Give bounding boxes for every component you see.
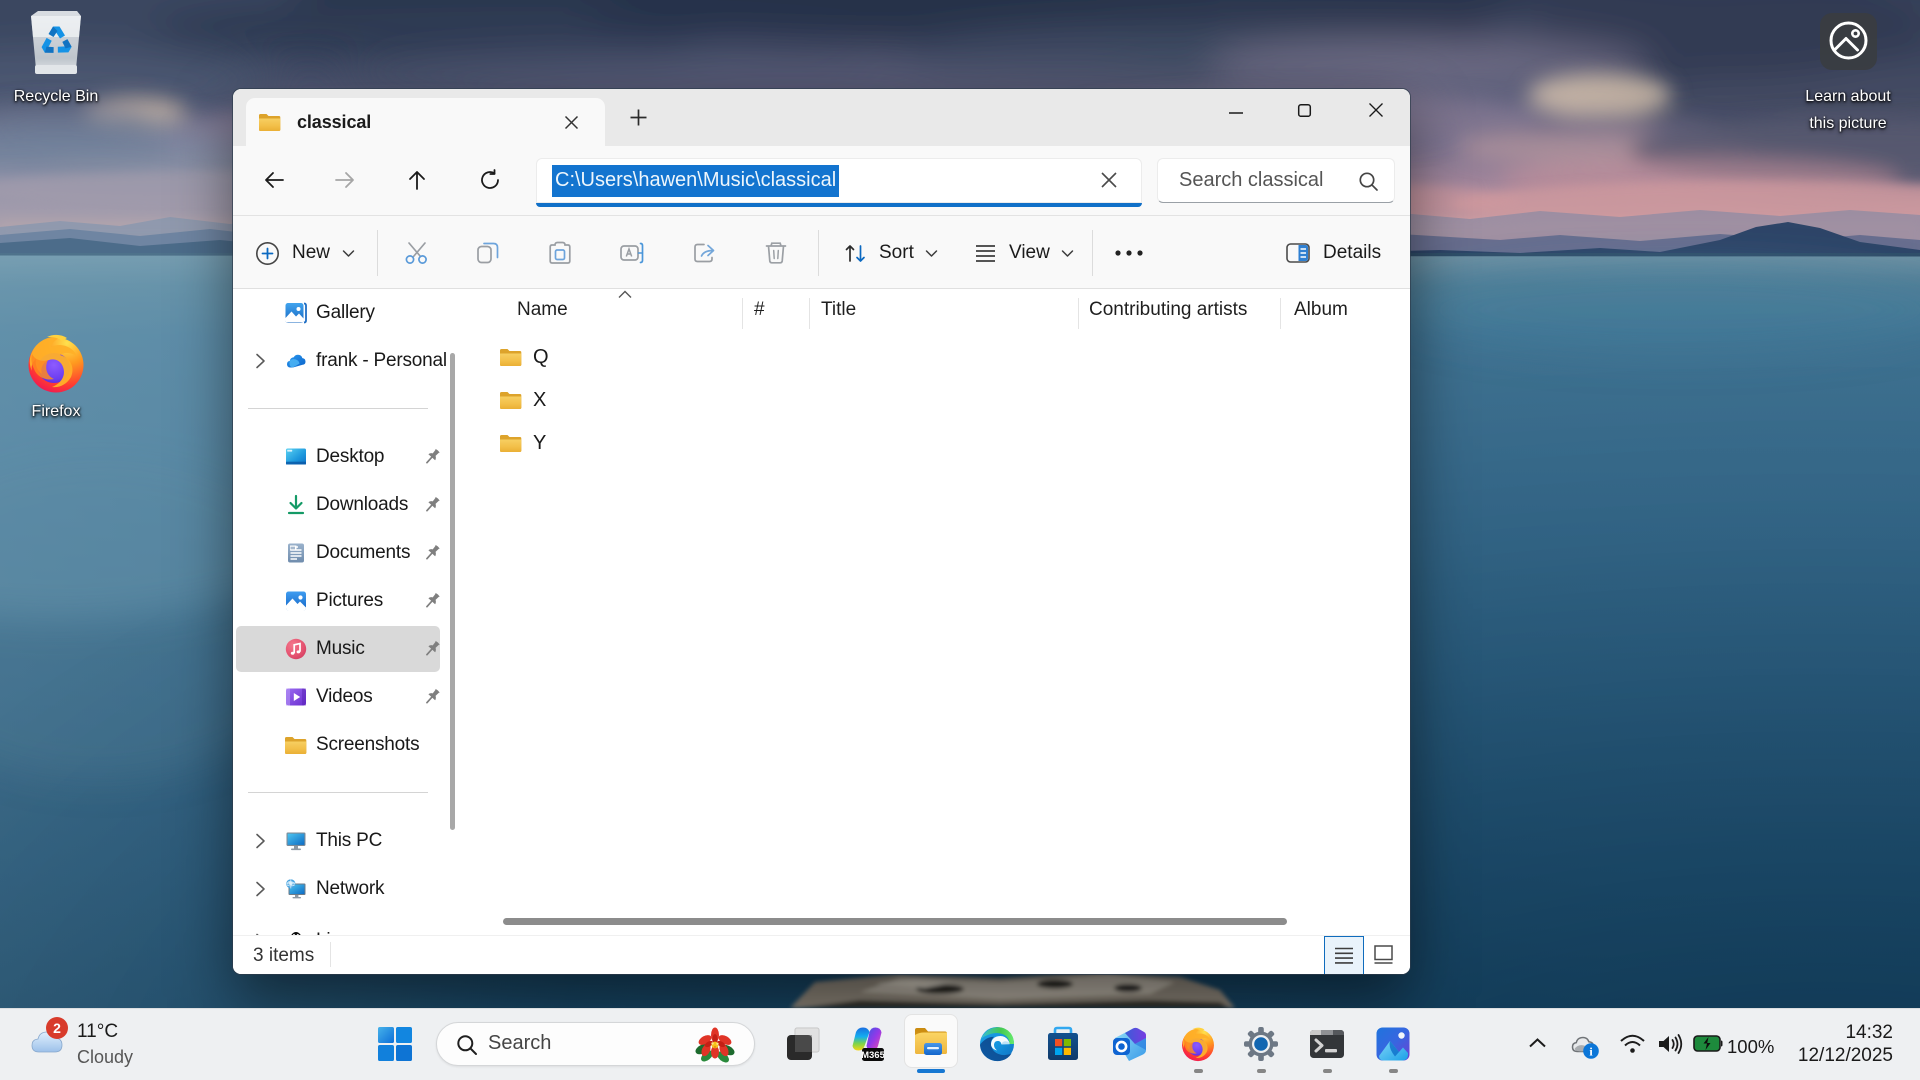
svg-text:M365: M365	[861, 1050, 884, 1061]
svg-text:2: 2	[53, 1020, 61, 1036]
